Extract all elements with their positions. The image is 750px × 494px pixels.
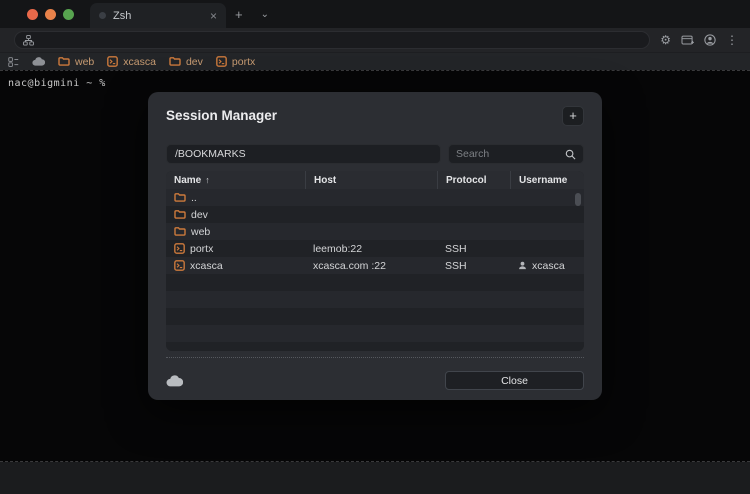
address-bar: ⚙ ⋮ [0,28,750,52]
close-button[interactable]: Close [445,371,584,390]
bookmark-label: xcasca [123,55,156,68]
sort-asc-icon: ↑ [205,175,210,185]
search-input[interactable] [456,148,561,160]
addressbar-actions: ⚙ ⋮ [656,34,742,46]
dialog-title: Session Manager [166,108,278,123]
folder-icon [174,193,186,202]
bookmark-item-dev[interactable]: dev [169,56,203,68]
user-account-icon[interactable] [704,34,716,46]
table-header: Name ↑ Host Protocol Username [166,171,584,189]
minimize-window-icon[interactable] [45,8,56,20]
cloud-icon[interactable] [166,374,183,387]
terminal-session-icon [107,56,119,67]
zoom-window-icon[interactable] [63,8,74,20]
traffic-lights [0,0,90,28]
folder-icon [58,57,70,66]
column-header-username[interactable]: Username [510,171,572,189]
scrollbar-thumb[interactable] [575,193,581,206]
table-row[interactable]: xcasca xcasca.com :22 SSH xcasca [166,257,584,274]
column-header-protocol[interactable]: Protocol [437,171,510,189]
session-manager-dialog: Session Manager + Name ↑ Host Protocol [148,92,602,400]
more-menu-icon[interactable]: ⋮ [726,34,738,46]
terminal-prompt: nac@bigmini ~ % [8,78,106,89]
app-window: Zsh × + ⌄ ⚙ ⋮ web xcasca dev portx nac@b… [0,0,750,494]
settings-gear-icon[interactable]: ⚙ [660,34,671,46]
close-window-icon[interactable] [27,8,38,20]
bookmarks-bar: web xcasca dev portx [0,52,750,70]
folder-icon [174,210,186,219]
address-input[interactable] [14,31,651,49]
bookmarks-panel-icon[interactable] [8,56,19,67]
tab-activity-icon [99,12,106,19]
search-box[interactable] [448,144,584,164]
dialog-header: Session Manager + [166,92,584,126]
bookmark-item-xcasca[interactable]: xcasca [107,56,156,68]
folder-icon [174,227,186,236]
terminal-session-icon [216,56,227,67]
table-row[interactable]: .. [166,189,584,206]
new-window-icon[interactable] [681,35,694,46]
footer-divider [166,357,584,358]
bookmark-item-portx[interactable]: portx [216,56,255,68]
dialog-footer: Close [166,371,584,390]
table-row[interactable]: web [166,223,584,240]
bookmark-item-web[interactable]: web [58,56,94,68]
bookmark-label: dev [185,55,203,68]
user-icon [519,261,526,270]
dialog-inputs-row [166,144,584,164]
table-body: .. dev web portx leemob:22 SSH xcasca xc… [166,189,584,351]
sessions-table: Name ↑ Host Protocol Username .. dev web… [166,171,584,351]
tab-zsh[interactable]: Zsh × [90,3,226,28]
folder-icon [169,57,181,66]
titlebar: Zsh × + ⌄ [0,0,750,28]
search-icon [565,149,576,159]
tab-close-icon[interactable]: × [210,9,217,23]
terminal-session-icon [174,243,185,254]
add-session-button[interactable]: + [562,105,584,126]
table-row[interactable]: portx leemob:22 SSH [166,240,584,257]
bookmark-label: portx [231,55,256,68]
tab-title: Zsh [113,9,132,22]
table-row[interactable]: dev [166,206,584,223]
column-header-host[interactable]: Host [305,171,437,189]
cloud-sync-icon[interactable] [32,57,45,66]
column-header-name[interactable]: Name ↑ [166,171,305,189]
network-icon [23,34,34,46]
path-input[interactable] [166,144,441,164]
terminal-session-icon [174,260,185,271]
tab-list-chevron-icon[interactable]: ⌄ [252,0,278,28]
new-tab-button[interactable]: + [226,0,252,28]
bookmark-label: web [75,55,95,68]
